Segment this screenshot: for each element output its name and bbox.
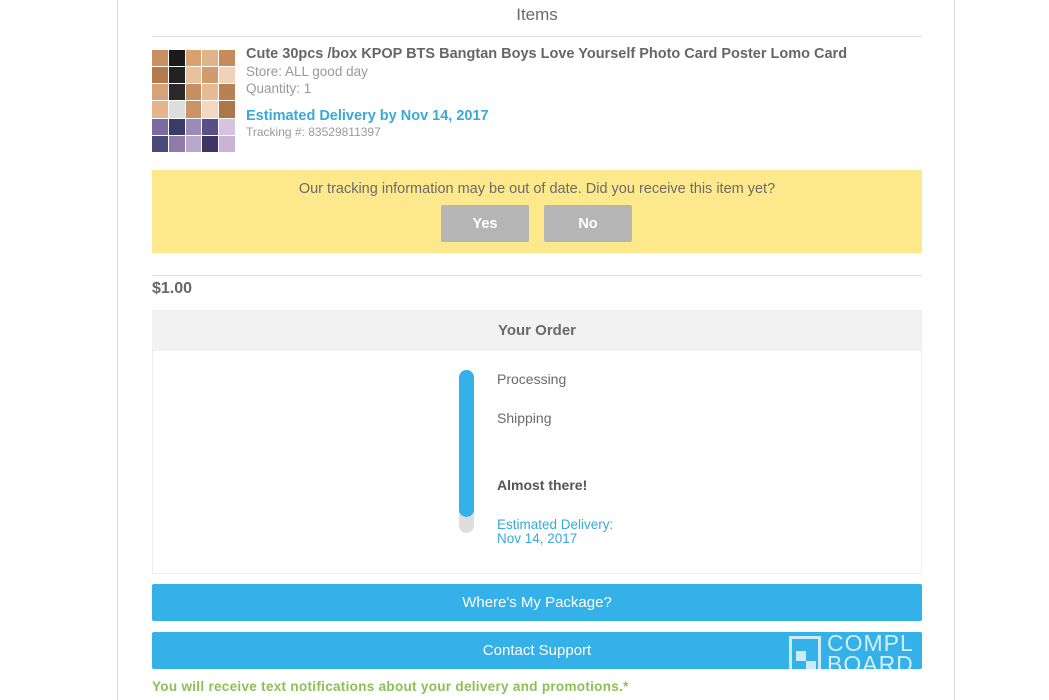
step-shipping: Shipping <box>497 410 552 426</box>
wheres-my-package-button[interactable]: Where's My Package? <box>152 584 922 621</box>
watermark-text: COMPL BOARD <box>827 632 914 669</box>
estimated-delivery: Estimated Delivery by Nov 14, 2017 <box>246 108 489 124</box>
order-status-panel: Your Order Processing Shipping Almost th… <box>152 310 922 574</box>
tracking-number: Tracking #: 83529811397 <box>246 125 381 139</box>
watermark-logo: COMPL BOARD <box>787 632 922 669</box>
items-section-title: Items <box>516 5 558 24</box>
step-processing: Processing <box>497 371 567 387</box>
order-header: Your Order <box>153 311 921 351</box>
frame-border-right <box>954 0 955 700</box>
board-icon <box>789 636 821 669</box>
divider <box>152 275 922 276</box>
product-title[interactable]: Cute 30pcs /box KPOP BTS Bangtan Boys Lo… <box>246 46 926 62</box>
notification-notice: You will receive text notifications abou… <box>152 679 629 694</box>
step-estimated-date: Nov 14, 2017 <box>497 531 578 546</box>
item-price: $1.00 <box>152 280 193 297</box>
step-estimated-label: Estimated Delivery: <box>497 517 614 532</box>
progress-fill <box>459 370 474 517</box>
tracking-alert: Our tracking information may be out of d… <box>152 170 922 253</box>
frame-border-left <box>117 0 118 700</box>
divider <box>152 36 922 37</box>
step-almost-there: Almost there! <box>497 477 588 493</box>
product-thumbnail[interactable] <box>152 50 235 152</box>
no-button[interactable]: No <box>544 205 632 242</box>
quantity: Quantity: 1 <box>246 81 312 96</box>
yes-button[interactable]: Yes <box>441 205 529 242</box>
alert-message: Our tracking information may be out of d… <box>298 181 776 197</box>
store-name: Store: ALL good day <box>246 64 368 79</box>
